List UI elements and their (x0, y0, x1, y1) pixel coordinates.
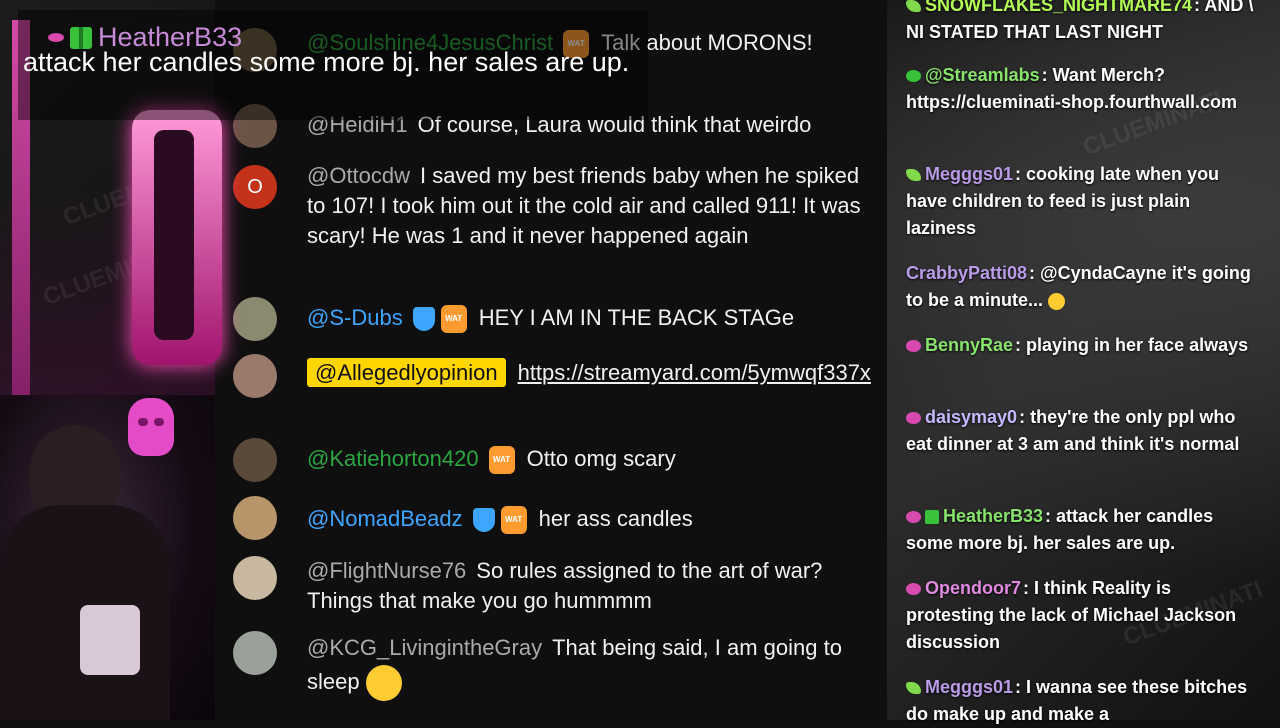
wat-badge-icon: WAT (500, 506, 527, 535)
mask-icon (128, 398, 174, 456)
laughing-face-icon (1048, 292, 1066, 310)
twitch-user[interactable]: @Streamlabs (925, 65, 1040, 85)
twitch-message: SNOWFLAKES_NIGHTMARE74: AND \ NI STATED … (906, 0, 1256, 46)
avatar[interactable] (233, 496, 277, 540)
moderator-badge-icon (412, 307, 435, 332)
gift-icon (925, 510, 939, 525)
avatar[interactable] (233, 297, 277, 341)
twitch-user[interactable]: Megggs01 (925, 677, 1013, 697)
eye-icon (906, 511, 921, 524)
leaf-icon (906, 169, 921, 182)
eye-icon (906, 583, 921, 596)
eye-icon (906, 340, 921, 353)
chat-text: Otto omg scary (526, 446, 676, 471)
chat-author[interactable]: @KCG_LivingintheGray (307, 635, 542, 660)
chat-text: HEY I AM IN THE BACK STAGe (478, 305, 795, 330)
twitch-user[interactable]: BennyRae (925, 335, 1013, 355)
twitch-text: playing in her face always (1026, 335, 1249, 355)
twitch-user[interactable]: CrabbyPatti08 (906, 263, 1027, 283)
twitch-user[interactable]: HeatherB33 (943, 506, 1043, 526)
twitch-user[interactable]: SNOWFLAKES_NIGHTMARE74 (925, 0, 1192, 15)
wat-badge-icon: WAT (440, 305, 467, 334)
verified-icon (906, 70, 921, 83)
twitch-message: daisymay0: they're the only ppl who eat … (906, 407, 1240, 454)
twitch-user[interactable]: Opendoor7 (925, 578, 1021, 598)
leaf-icon (906, 0, 921, 13)
avatar[interactable] (233, 631, 277, 675)
chat-author[interactable]: @Katiehorton420 (307, 446, 479, 471)
twitch-user[interactable]: daisymay0 (925, 407, 1017, 427)
leaf-icon (906, 682, 921, 695)
twitch-message: BennyRae: playing in her face always (906, 332, 1256, 359)
twitch-message: CrabbyPatti08: @CyndaCayne it's going to… (906, 263, 1251, 310)
wat-badge-icon: WAT (488, 446, 515, 475)
chat-text: her ass candles (538, 506, 693, 531)
avatar[interactable] (233, 556, 277, 600)
twitch-user[interactable]: Megggs01 (925, 164, 1013, 184)
chat-author[interactable]: @Ottocdw (307, 163, 410, 188)
logo-letter (132, 110, 222, 365)
webcam-feed (0, 395, 215, 720)
twitch-message: HeatherB33: attack her candles some more… (906, 506, 1214, 553)
chat-link[interactable]: https://streamyard.com/5ymwqf337x (518, 360, 871, 385)
twitch-message: @Streamlabs: Want Merch? https://cluemin… (906, 65, 1238, 112)
twitch-message: Megggs01: cooking late when you have chi… (906, 164, 1220, 238)
twitch-message: Opendoor7: I think Reality is protesting… (906, 578, 1237, 652)
chat-author[interactable]: @Allegedlyopinion (307, 358, 506, 387)
chat-author[interactable]: @FlightNurse76 (307, 558, 466, 583)
avatar[interactable] (233, 354, 277, 398)
chat-author[interactable]: @NomadBeadz (307, 506, 463, 531)
eye-icon (48, 33, 64, 42)
avatar[interactable] (233, 438, 277, 482)
avatar[interactable]: O (233, 165, 277, 209)
eye-icon (906, 412, 921, 425)
sleeping-face-icon (365, 665, 402, 702)
moderator-badge-icon (472, 508, 495, 533)
alert-message: attack her candles some more bj. her sal… (23, 47, 630, 77)
chat-author[interactable]: @S-Dubs (307, 305, 403, 330)
